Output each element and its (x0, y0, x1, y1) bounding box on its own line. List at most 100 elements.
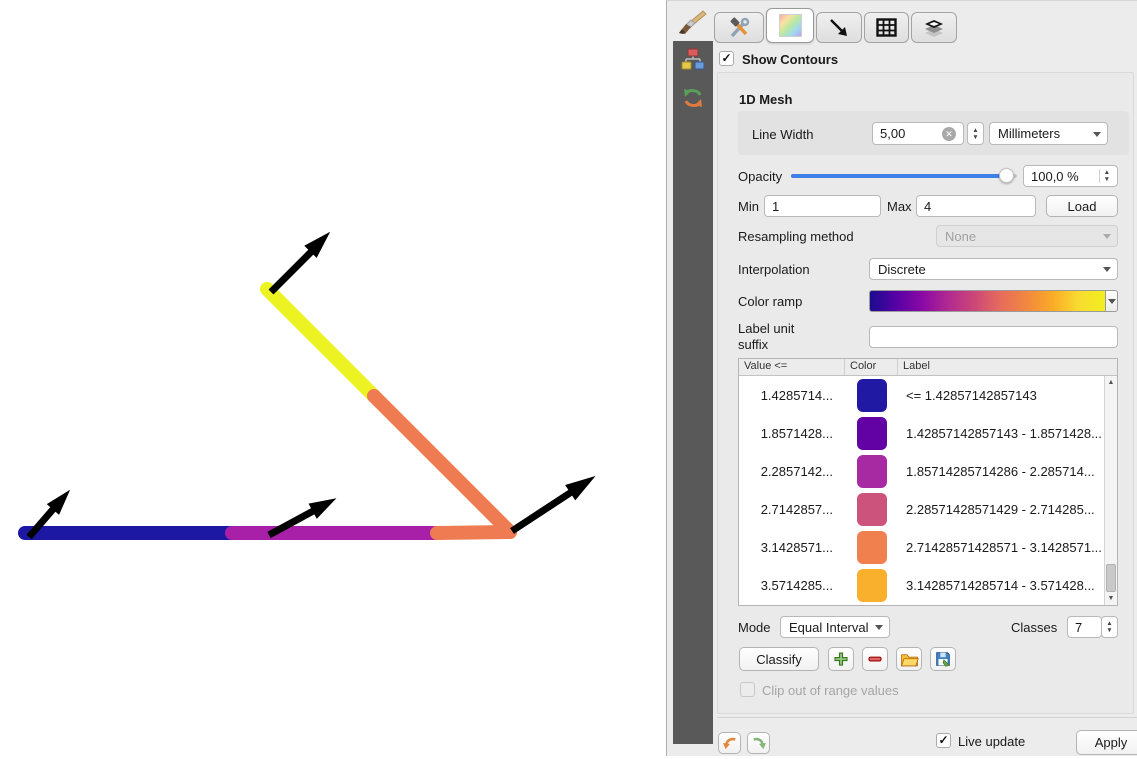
class-value[interactable]: 3.5714285... (739, 578, 845, 593)
column-header-color[interactable]: Color (845, 359, 898, 375)
show-contours-label: Show Contours (742, 52, 838, 67)
arrow-shaft-top (271, 250, 313, 292)
min-input[interactable]: 1 (764, 195, 881, 217)
class-value[interactable]: 2.2857142... (739, 464, 845, 479)
clear-value-icon[interactable]: ✕ (942, 127, 956, 141)
load-style-button[interactable] (896, 647, 922, 671)
classes-stepper[interactable]: ▲▼ (1101, 616, 1118, 638)
max-label: Max (887, 199, 912, 214)
class-color-cell (845, 417, 898, 450)
classes-label: Classes (1011, 620, 1057, 635)
class-label[interactable]: 3.14285714285714 - 3.571428... (898, 578, 1117, 593)
line-width-unit-combo[interactable]: Millimeters (989, 122, 1108, 145)
add-class-button[interactable] (828, 647, 854, 671)
table-row[interactable]: 1.4285714... <= 1.42857142857143 (739, 376, 1117, 414)
scroll-up-icon[interactable]: ▲ (1105, 376, 1117, 389)
color-swatch[interactable] (857, 493, 887, 526)
color-swatch[interactable] (857, 455, 887, 488)
table-scrollbar[interactable]: ▲ ▼ (1104, 376, 1117, 605)
resampling-combo: None (936, 225, 1118, 247)
load-button[interactable]: Load (1046, 195, 1118, 217)
opacity-label: Opacity (738, 169, 782, 184)
column-header-label[interactable]: Label (898, 359, 1117, 375)
redo-icon (751, 736, 767, 750)
tab-averaging[interactable] (911, 12, 957, 43)
line-width-stepper[interactable]: ▲▼ (967, 122, 984, 145)
class-color-cell (845, 379, 898, 412)
class-color-cell (845, 493, 898, 526)
color-ramp-dropdown[interactable] (1105, 290, 1118, 312)
table-row[interactable]: 2.2857142... 1.85714285714286 - 2.285714.… (739, 452, 1117, 490)
class-color-cell (845, 591, 898, 606)
show-contours-checkbox[interactable]: ✓ (719, 51, 734, 66)
color-swatch[interactable] (857, 417, 887, 450)
mesh-edge-orange-horizontal (437, 532, 510, 533)
tab-symbology[interactable] (714, 12, 764, 43)
chevron-down-icon (1093, 132, 1101, 137)
max-input[interactable]: 4 (916, 195, 1036, 217)
table-row[interactable]: 3.5714285... 3.14285714285714 - 3.571428.… (739, 566, 1117, 604)
label-unit-suffix-input[interactable] (869, 326, 1118, 348)
refresh-arrows-icon[interactable] (681, 86, 705, 113)
velocity-arrows (29, 233, 594, 537)
remove-class-button[interactable] (862, 647, 888, 671)
mode-combo[interactable]: Equal Interval (780, 616, 890, 638)
table-header: Value <= Color Label (739, 359, 1117, 376)
layer-styling-panel: ✓ Show Contours 1D Mesh Line Width 5,00 … (666, 0, 1137, 756)
live-update-checkbox[interactable]: ✓ (936, 733, 951, 748)
interpolation-combo[interactable]: Discrete (869, 258, 1118, 280)
color-ramp-button[interactable] (869, 290, 1106, 312)
table-row-partial[interactable] (739, 604, 1117, 606)
column-header-value[interactable]: Value <= (739, 359, 845, 375)
color-ramp-label: Color ramp (738, 294, 802, 309)
color-swatch[interactable] (857, 531, 887, 564)
class-label[interactable]: 2.71428571428571 - 3.1428571... (898, 540, 1117, 555)
opacity-slider-handle[interactable] (999, 168, 1014, 183)
class-value[interactable]: 2.7142857... (739, 502, 845, 517)
min-label: Min (738, 199, 759, 214)
scroll-down-icon[interactable]: ▼ (1105, 592, 1117, 605)
mesh-layer-rendering (0, 0, 666, 756)
layers-averaging-icon (923, 17, 945, 39)
opacity-slider-fill (791, 174, 1006, 178)
mesh-edge-yellow (267, 289, 374, 396)
arrow-head-middle (309, 499, 335, 518)
resampling-label: Resampling method (738, 229, 854, 244)
mesh-frame-icon (876, 18, 897, 37)
chevron-down-icon (1108, 299, 1116, 304)
tab-mesh-frame[interactable] (864, 12, 909, 43)
opacity-stepper[interactable]: ▲▼ (1099, 169, 1110, 183)
class-value[interactable]: 1.4285714... (739, 388, 845, 403)
scrollbar-thumb[interactable] (1106, 564, 1116, 592)
classes-input[interactable]: 7 (1067, 616, 1102, 638)
opacity-value-input[interactable]: 100,0 % ▲▼ (1023, 165, 1118, 187)
label-unit-suffix-label: Label unit suffix (738, 321, 823, 353)
arrow-shaft-right (512, 491, 573, 531)
class-label[interactable]: 1.42857142857143 - 1.8571428... (898, 426, 1117, 441)
clip-out-of-range-label: Clip out of range values (762, 683, 899, 698)
apply-button[interactable]: Apply (1076, 730, 1137, 755)
tab-contours[interactable] (766, 8, 814, 43)
table-row[interactable]: 3.1428571... 2.71428571428571 - 3.1428571… (739, 528, 1117, 566)
redo-button[interactable] (747, 732, 770, 754)
line-width-input[interactable]: 5,00 ✕ (872, 122, 964, 145)
mode-label: Mode (738, 620, 771, 635)
save-style-button[interactable] (930, 647, 956, 671)
mesh-edge-orange-diagonal (374, 396, 510, 532)
tab-vectors[interactable] (816, 12, 862, 43)
classify-button[interactable]: Classify (739, 647, 819, 671)
style-tabbar (714, 8, 957, 43)
symbology-tools-icon (728, 17, 750, 39)
color-swatch[interactable] (857, 379, 887, 412)
undo-button[interactable] (718, 732, 741, 754)
class-label[interactable]: 2.28571428571429 - 2.714285... (898, 502, 1117, 517)
class-value[interactable]: 3.1428571... (739, 540, 845, 555)
layer-tree-icon[interactable] (681, 47, 705, 74)
class-label[interactable]: 1.85714285714286 - 2.285714... (898, 464, 1117, 479)
table-row[interactable]: 1.8571428... 1.42857142857143 - 1.8571428… (739, 414, 1117, 452)
class-label[interactable]: <= 1.42857142857143 (898, 388, 1117, 403)
live-update-label: Live update (958, 734, 1025, 749)
class-value[interactable]: 1.8571428... (739, 426, 845, 441)
table-row[interactable]: 2.7142857... 2.28571428571429 - 2.714285.… (739, 490, 1117, 528)
map-canvas[interactable] (0, 0, 666, 756)
